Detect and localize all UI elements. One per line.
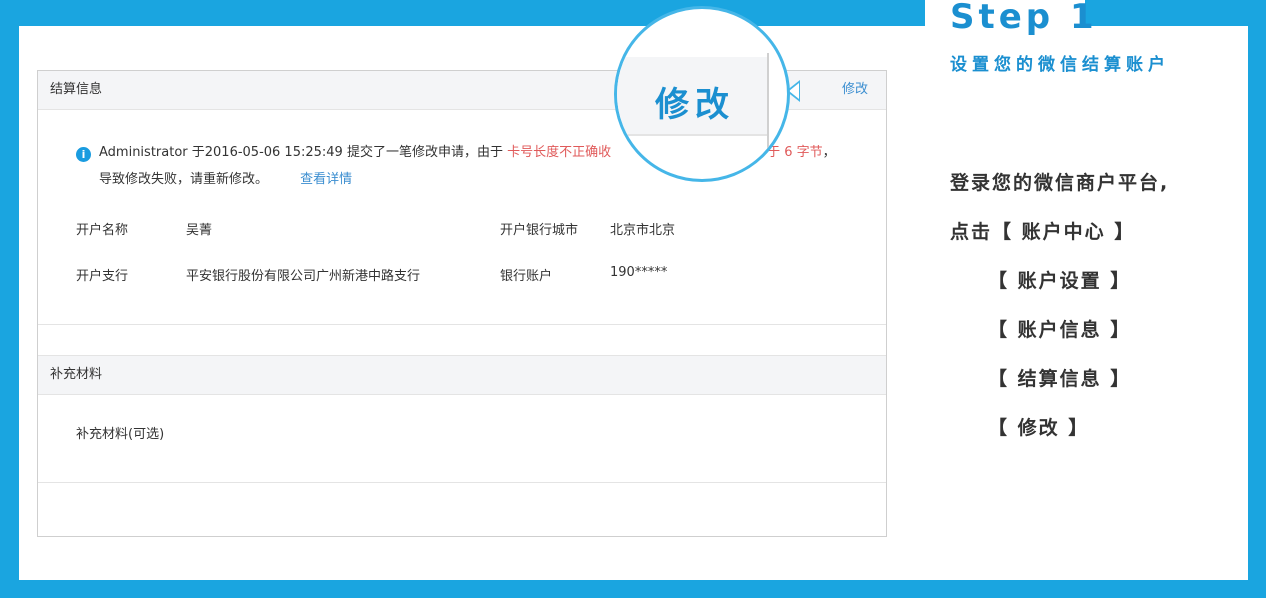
instruction-line: 登录您的微信商户平台, (950, 172, 1170, 194)
magnified-divider (617, 134, 767, 136)
magnified-edit-label: 修改 (655, 85, 735, 125)
magnified-border (767, 53, 769, 179)
supplement-header: 补充材料 (38, 355, 886, 395)
field-label: 开户名称 (76, 223, 129, 238)
error-text: 卡号长度不正确收 (507, 145, 612, 160)
step-subtitle: 设置您的微信结算账户 (950, 55, 1170, 75)
instruction-line: 点击【 账户中心 】 (950, 221, 1136, 243)
view-details-link[interactable]: 查看详情 (300, 172, 352, 187)
instruction-line: 【 结算信息 】 (988, 368, 1132, 390)
field-value: 190***** (610, 265, 668, 280)
panel-title: 结算信息 (50, 82, 103, 97)
instruction-line: 【 修改 】 (988, 417, 1090, 439)
supplement-title: 补充材料 (50, 367, 103, 382)
instructions: 登录您的微信商户平台, 点击【 账户中心 】 【 账户设置 】 【 账户信息 】… (950, 166, 1250, 460)
edit-link[interactable]: 修改 (842, 71, 868, 109)
field-value: 吴菁 (186, 223, 213, 238)
step-title: Step 1 (950, 0, 1098, 37)
field-value: 平安银行股份有限公司广州新港中路支行 (186, 269, 421, 284)
supplement-item: 补充材料(可选) (76, 427, 165, 442)
field-label: 开户支行 (76, 269, 129, 284)
magnifier-pointer-inner (789, 83, 799, 99)
field-label: 开户银行城市 (500, 223, 579, 238)
info-icon: i (76, 147, 91, 162)
divider (38, 324, 886, 325)
instruction-line: 【 账户信息 】 (988, 319, 1132, 341)
instruction-line: 【 账户设置 】 (988, 270, 1132, 292)
magnifier-callout: 修改 (614, 6, 790, 182)
divider (38, 482, 886, 483)
field-label: 银行账户 (500, 269, 553, 284)
field-value: 北京市北京 (610, 223, 676, 238)
